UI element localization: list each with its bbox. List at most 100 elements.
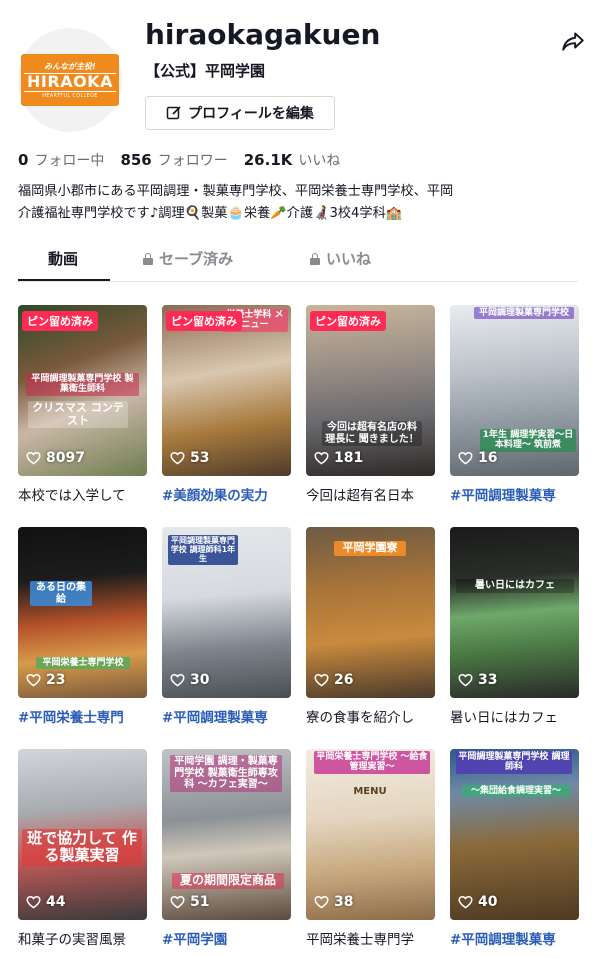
view-count: 53	[170, 450, 209, 466]
video-card[interactable]: 暑い日にはカフェ 33 暑い日にはカフェ	[450, 527, 579, 726]
heart-icon	[26, 895, 41, 909]
bio-line: 介護福祉専門学校です♪調理🍳製菓🧁栄養🥕介護👩‍🦼3校4学科🏫	[18, 206, 403, 221]
video-card[interactable]: 栄養士学科 メニュー ピン留め済み 53 #美顔効果の実力	[162, 305, 291, 504]
edit-profile-button[interactable]: プロフィールを編集	[145, 96, 335, 130]
active-tab-indicator	[18, 279, 110, 281]
lock-icon	[310, 252, 320, 265]
profile-nickname: 【公式】平岡学園	[145, 62, 266, 80]
likes-label: いいね	[298, 153, 341, 169]
heart-icon	[458, 451, 473, 465]
tab-videos[interactable]: 動画	[48, 248, 78, 269]
pinned-badge: ピン留め済み	[166, 311, 242, 331]
thumbnail-overlay-text: ～集団給食調理実習～	[462, 785, 570, 798]
edit-icon	[166, 106, 181, 120]
view-count: 26	[314, 672, 353, 688]
view-count-value: 8097	[46, 450, 85, 466]
video-caption[interactable]: 本校では入学して	[18, 484, 147, 504]
view-count: 38	[314, 894, 353, 910]
view-count: 51	[170, 894, 209, 910]
video-thumbnail[interactable]: 今回は超有名店の料理長に 聞きました！ ピン留め済み 181	[306, 305, 435, 476]
video-caption[interactable]: #平岡調理製菓専	[450, 928, 579, 948]
view-count-value: 44	[46, 894, 66, 910]
video-caption[interactable]: 寮の食事を紹介し	[306, 706, 435, 726]
video-card[interactable]: 平岡学園 調理・製菓専門学校 製菓衛生師専攻科 ～カフェ実習～ 夏の期間限定商品 5…	[162, 749, 291, 948]
thumbnail-overlay-text: 平岡学園寮	[334, 541, 406, 556]
video-card[interactable]: 平岡栄養士専門学校 ～給食管理実習～ MENU 38 平岡栄養士専門学	[306, 749, 435, 948]
view-count-value: 23	[46, 672, 66, 688]
heart-icon	[314, 451, 329, 465]
video-thumbnail[interactable]: 暑い日にはカフェ 33	[450, 527, 579, 698]
heart-icon	[170, 673, 185, 687]
video-caption[interactable]: #平岡学園	[162, 928, 291, 948]
tab-saved-label: セーブ済み	[159, 250, 234, 268]
video-thumbnail[interactable]: 平岡調理製菓専門学校 調理師科1年生 30	[162, 527, 291, 698]
video-thumbnail[interactable]: 平岡調理製菓専門学校 調理師科 ～集団給食調理実習～ 40	[450, 749, 579, 920]
video-caption[interactable]: #平岡調理製菓専	[162, 706, 291, 726]
video-thumbnail[interactable]: 栄養士学科 メニュー ピン留め済み 53	[162, 305, 291, 476]
video-card[interactable]: 平岡調理製菓専門学校 製菓衛生師科 クリスマス コンテスト ピン留め済み 8097 本校…	[18, 305, 147, 504]
thumbnail-overlay-text: 平岡調理製菓専門学校 調理師科1年生	[168, 535, 238, 565]
video-card[interactable]: 平岡学園寮 26 寮の食事を紹介し	[306, 527, 435, 726]
video-caption[interactable]: #平岡栄養士専門	[18, 706, 147, 726]
video-thumbnail[interactable]: 平岡学園寮 26	[306, 527, 435, 698]
lock-icon	[143, 252, 153, 265]
video-thumbnail[interactable]: 平岡調理製菓専門学校 1年生 調理学実習～日本料理～ 筑前煮 16	[450, 305, 579, 476]
video-thumbnail[interactable]: 平岡調理製菓専門学校 製菓衛生師科 クリスマス コンテスト ピン留め済み 8097	[18, 305, 147, 476]
video-thumbnail[interactable]: 班で協力して 作る製菓実習 44	[18, 749, 147, 920]
video-card[interactable]: 平岡調理製菓専門学校 調理師科 ～集団給食調理実習～ 40 #平岡調理製菓専	[450, 749, 579, 948]
thumbnail-overlay-text: 暑い日にはカフェ	[456, 579, 574, 593]
video-caption[interactable]: 和菓子の実習風景	[18, 928, 147, 948]
thumbnail-overlay-text: 今回は超有名店の料理長に 聞きました！	[322, 421, 422, 446]
thumbnail-overlay-text: 夏の期間限定商品	[172, 873, 284, 889]
thumbnail-overlay-text: 平岡調理製菓専門学校 調理師科	[456, 751, 572, 774]
share-icon[interactable]	[560, 28, 586, 54]
video-caption[interactable]: #平岡調理製菓専	[450, 484, 579, 504]
view-count-value: 33	[478, 672, 498, 688]
video-card[interactable]: ある日の集給 平岡栄養士専門学校 23 #平岡栄養士専門	[18, 527, 147, 726]
thumbnail-overlay-text: 平岡学園 調理・製菓専門学校 製菓衛生師専攻科 ～カフェ実習～	[170, 755, 282, 792]
logo-subtitle: HEARTFUL COLLEGE	[42, 92, 98, 99]
profile-avatar[interactable]: みんなが主役! HIRAOKA HEARTFUL COLLEGE	[18, 28, 122, 132]
view-count-value: 26	[334, 672, 354, 688]
thumbnail-overlay-text: 班で協力して 作る製菓実習	[22, 829, 142, 866]
video-caption[interactable]: 暑い日にはカフェ	[450, 706, 579, 726]
thumbnail-overlay-text: MENU	[353, 786, 387, 797]
thumbnail-overlay-text: 平岡栄養士専門学校 ～給食管理実習～	[314, 751, 430, 774]
tab-liked-label: いいね	[326, 250, 372, 268]
tab-saved[interactable]: セーブ済み	[143, 248, 233, 269]
heart-icon	[170, 895, 185, 909]
tab-videos-label: 動画	[48, 250, 79, 268]
video-card[interactable]: 今回は超有名店の料理長に 聞きました！ ピン留め済み 181 今回は超有名日本	[306, 305, 435, 504]
heart-icon	[458, 895, 473, 909]
view-count-value: 38	[334, 894, 354, 910]
heart-icon	[170, 451, 185, 465]
video-caption[interactable]: 今回は超有名日本	[306, 484, 435, 504]
pinned-badge: ピン留め済み	[310, 311, 386, 331]
view-count-value: 53	[190, 450, 210, 466]
video-card[interactable]: 平岡調理製菓専門学校 調理師科1年生 30 #平岡調理製菓専	[162, 527, 291, 726]
video-thumbnail[interactable]: 平岡栄養士専門学校 ～給食管理実習～ MENU 38	[306, 749, 435, 920]
thumbnail-overlay-text: 平岡調理製菓専門学校	[474, 307, 574, 320]
video-caption[interactable]: 平岡栄養士専門学	[306, 928, 435, 948]
logo-tagline: みんなが主役!	[44, 62, 96, 72]
video-card[interactable]: 班で協力して 作る製菓実習 44 和菓子の実習風景	[18, 749, 147, 948]
video-thumbnail[interactable]: ある日の集給 平岡栄養士専門学校 23	[18, 527, 147, 698]
likes-stat: 26.1K いいね	[244, 150, 341, 170]
heart-icon	[314, 673, 329, 687]
tab-liked[interactable]: いいね	[310, 248, 371, 269]
view-count: 40	[458, 894, 497, 910]
video-caption[interactable]: #美顔効果の実力	[162, 484, 291, 504]
profile-username: hiraokagakuen	[145, 18, 381, 51]
following-label: フォロー中	[34, 153, 105, 169]
heart-icon	[314, 895, 329, 909]
video-thumbnail[interactable]: 平岡学園 調理・製菓専門学校 製菓衛生師専攻科 ～カフェ実習～ 夏の期間限定商品 5…	[162, 749, 291, 920]
view-count: 44	[26, 894, 65, 910]
pinned-badge: ピン留め済み	[22, 311, 98, 331]
view-count-value: 181	[334, 450, 364, 466]
heart-icon	[26, 673, 41, 687]
video-card[interactable]: 平岡調理製菓専門学校 1年生 調理学実習～日本料理～ 筑前煮 16 #平岡調理製菓専	[450, 305, 579, 504]
following-stat[interactable]: 0 フォロー中	[18, 150, 104, 170]
followers-stat[interactable]: 856 フォロワー	[120, 150, 227, 170]
likes-count: 26.1K	[243, 151, 293, 169]
thumbnail-overlay-text: ある日の集給	[30, 581, 92, 606]
